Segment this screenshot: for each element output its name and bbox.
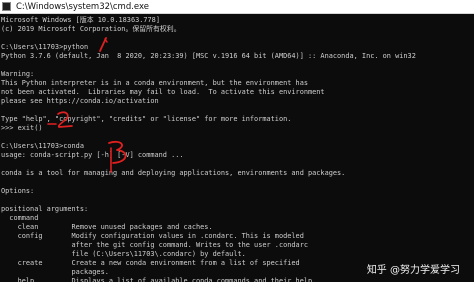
console-line: This Python interpreter is in a conda en… bbox=[1, 79, 308, 87]
console-line: create Create a new conda environment fr… bbox=[1, 259, 300, 267]
annotation-1 bbox=[99, 37, 108, 52]
console-line: usage: conda-script.py [-h] [-V] command… bbox=[1, 151, 184, 159]
console-line: conda is a tool for managing and deployi… bbox=[1, 169, 346, 177]
console-line: >>> exit() bbox=[1, 124, 43, 132]
console-line: C:\Users\11703>python bbox=[1, 43, 89, 51]
console-line: Microsoft Windows [版本 10.0.18363.778] bbox=[1, 16, 160, 24]
console-line: Options: bbox=[1, 187, 35, 195]
watermark-text: 知乎 @努力学爱学习 bbox=[366, 264, 460, 276]
window-title: C:\Windows\system32\cmd.exe bbox=[16, 2, 150, 12]
cmd-icon bbox=[2, 2, 11, 11]
console-line: help Displays a list of available conda … bbox=[1, 277, 317, 282]
console-line: Type "help", "copyright", "credits" or "… bbox=[1, 115, 292, 123]
console-line: positional arguments: bbox=[1, 205, 89, 213]
console-line: Python 3.7.6 (default, Jan 8 2020, 20:23… bbox=[1, 52, 416, 60]
console-line: command bbox=[1, 214, 39, 222]
console-line: C:\Users\11703>conda bbox=[1, 142, 84, 150]
console-line: packages. bbox=[1, 268, 109, 276]
console-line: clean Remove unused packages and caches. bbox=[1, 223, 213, 231]
watermark: 知乎 @努力学爱学习 bbox=[367, 260, 460, 276]
console-output[interactable]: Microsoft Windows [版本 10.0.18363.778] (c)… bbox=[0, 14, 474, 282]
window-titlebar: C:\Windows\system32\cmd.exe bbox=[0, 0, 474, 14]
console-line: after the git config command. Writes to … bbox=[1, 241, 308, 249]
console-line: config Modify configuration values in .c… bbox=[1, 232, 304, 240]
console-line: Warning: bbox=[1, 70, 35, 78]
console-line: (c) 2019 Microsoft Corporation。保留所有权利。 bbox=[1, 25, 181, 33]
console-line: not been activated. Libraries may fail t… bbox=[1, 88, 325, 96]
console-line: file (C:\Users\11703\.condarc) by defaul… bbox=[1, 250, 246, 258]
console-line: please see https://conda.io/activation bbox=[1, 97, 159, 105]
